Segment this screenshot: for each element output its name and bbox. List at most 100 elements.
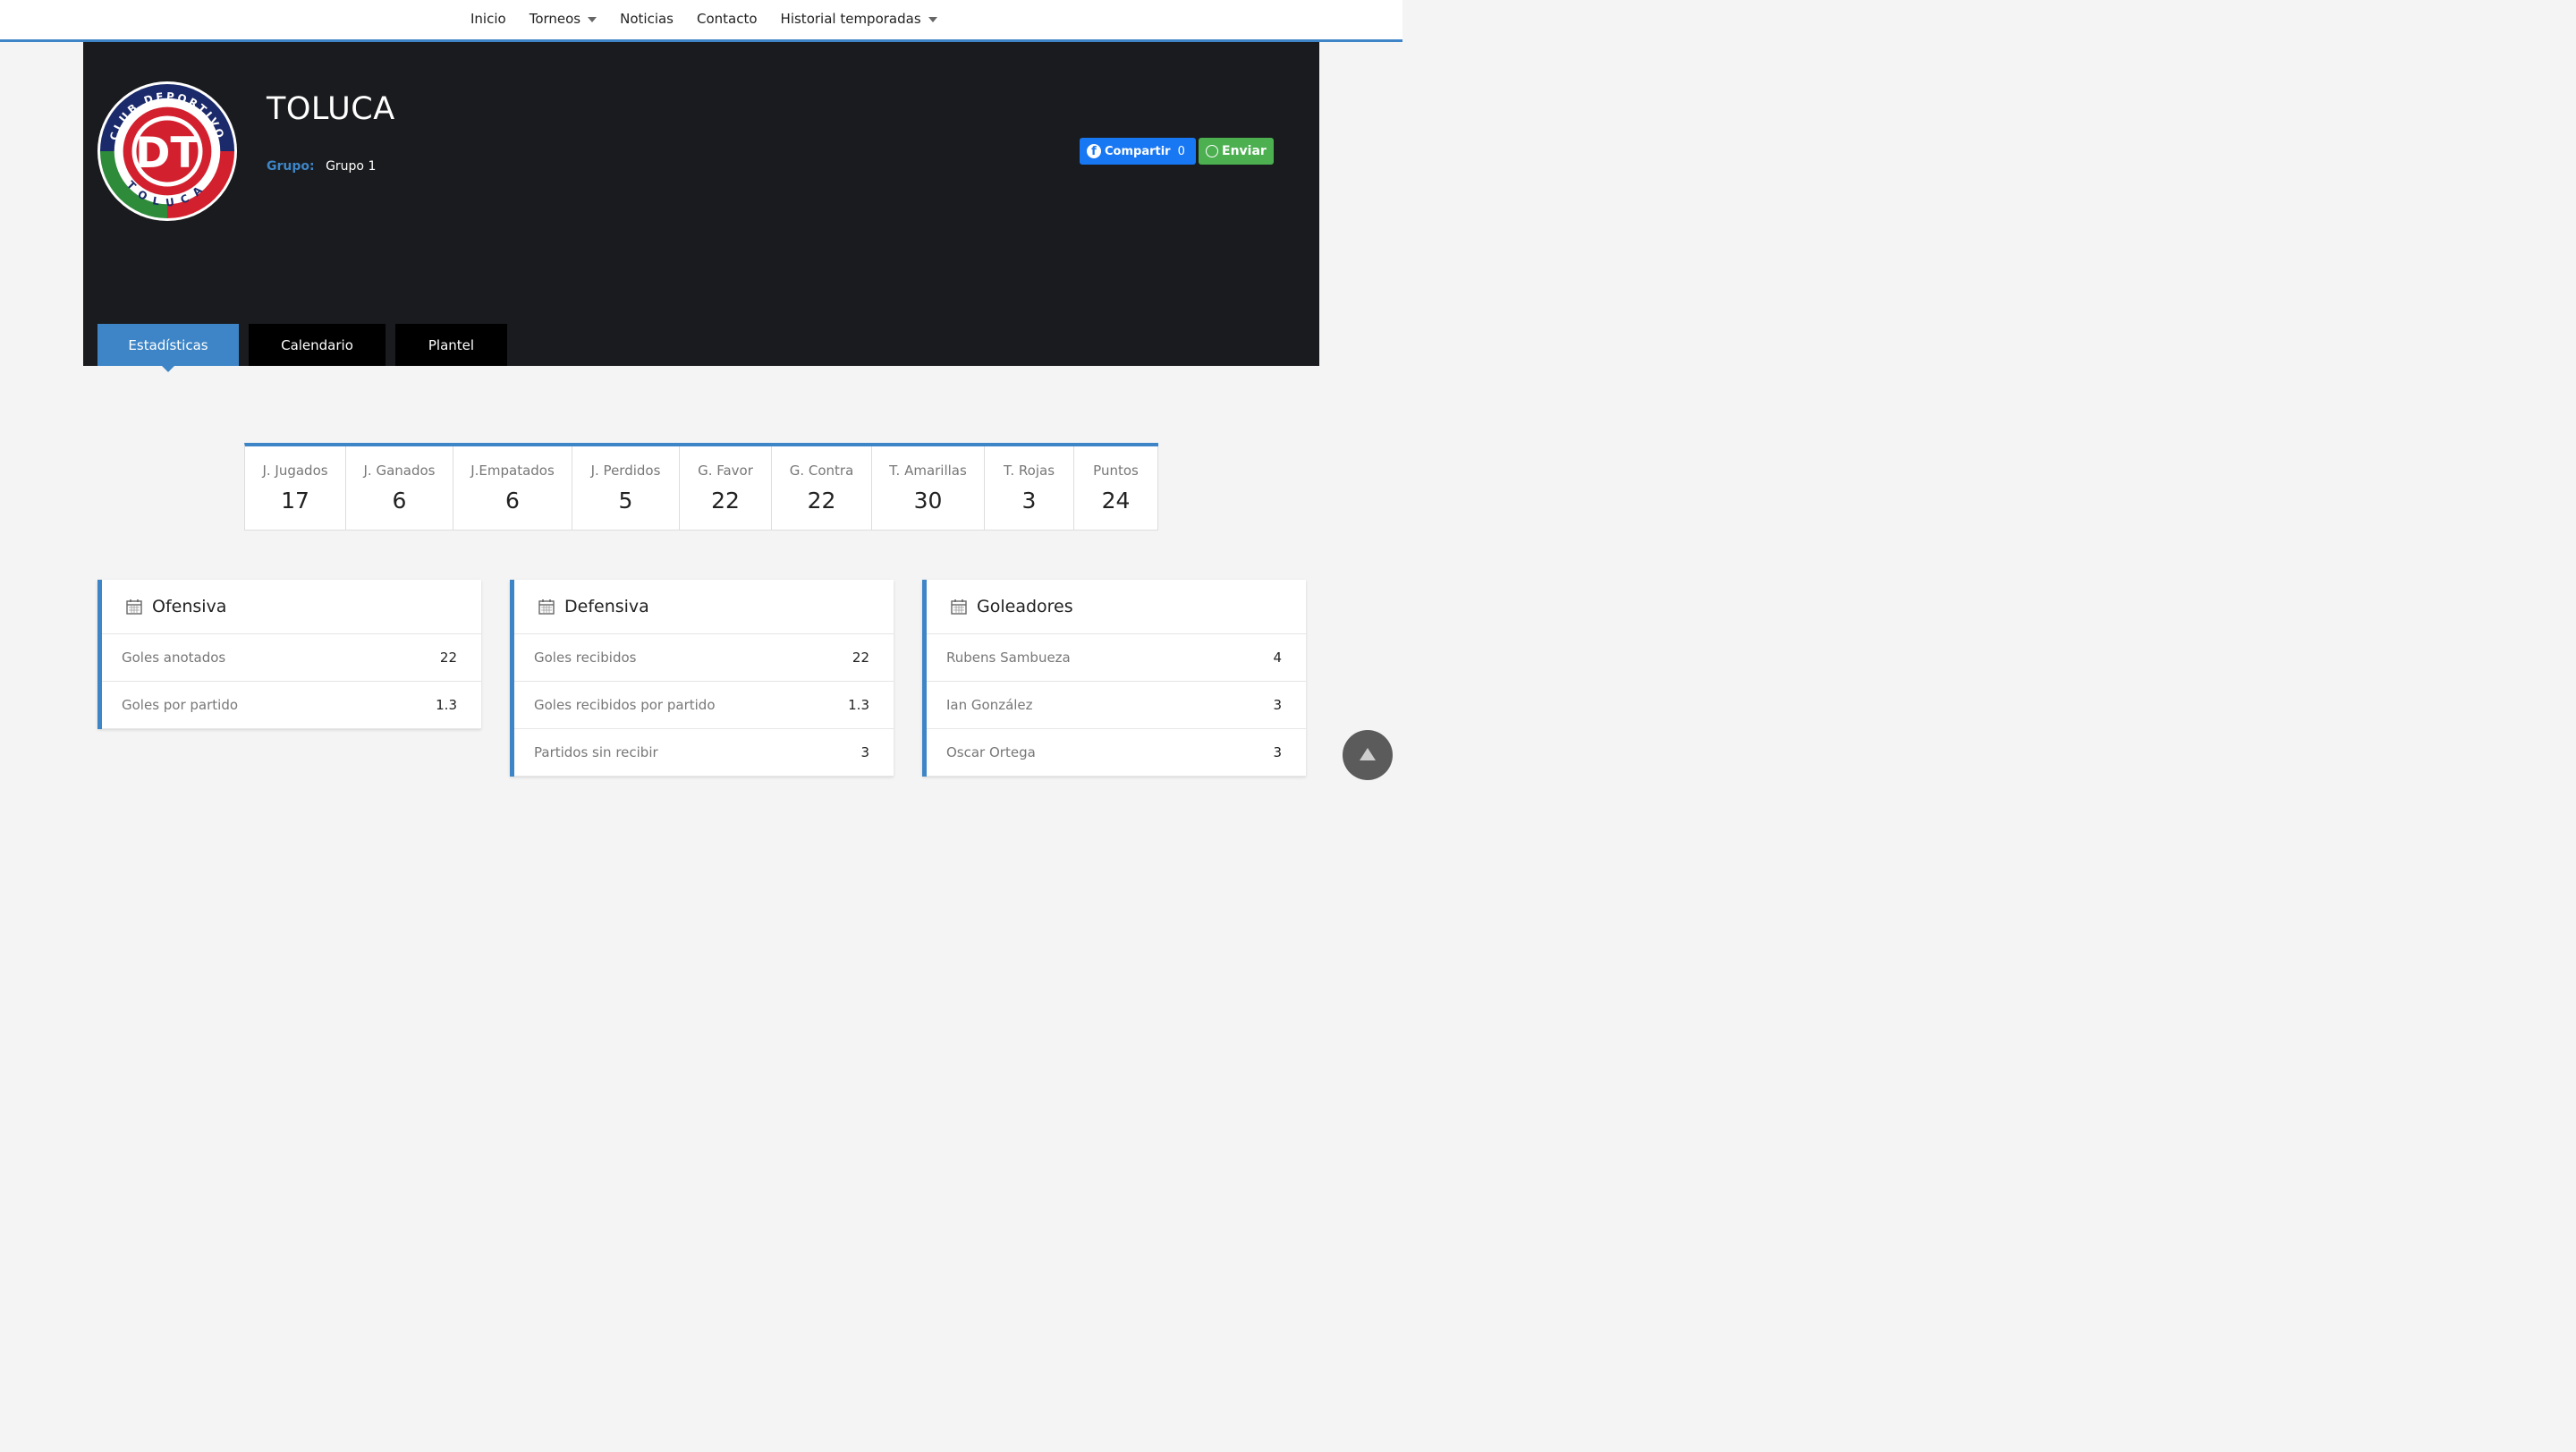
chevron-down-icon	[588, 17, 597, 22]
row-label: Goles anotados	[122, 650, 226, 666]
list-item: Partidos sin recibir 3	[514, 729, 894, 777]
card-header: Ofensiva	[102, 580, 481, 634]
tab-plantel[interactable]: Plantel	[395, 324, 507, 366]
row-value: 1.3	[436, 697, 457, 713]
stat-value: 22	[711, 488, 740, 514]
stat-label: T. Amarillas	[889, 463, 967, 479]
list-item: Goles por partido 1.3	[102, 682, 481, 729]
stat-label: J. Ganados	[363, 463, 436, 479]
team-logo: CLUB DEPORTIVO TOLUCA DT	[97, 81, 238, 222]
calendar-icon	[951, 599, 967, 615]
whatsapp-icon	[1206, 145, 1218, 157]
top-nav: Inicio Torneos Noticias Contacto Histori…	[0, 0, 1402, 42]
stat-label: J. Jugados	[262, 463, 328, 479]
stat-perdidos: J. Perdidos 5	[572, 446, 680, 530]
team-name: TOLUCA	[267, 91, 395, 127]
group-label: Grupo:	[267, 159, 315, 174]
card-title: Goleadores	[977, 597, 1073, 616]
stat-value: 5	[618, 488, 633, 514]
tab-label: Calendario	[281, 336, 353, 353]
tab-label: Estadísticas	[128, 336, 208, 353]
row-label: Partidos sin recibir	[534, 744, 658, 760]
card-goleadores: Goleadores Rubens Sambueza 4 Ian González…	[922, 580, 1306, 777]
nav-item-contacto[interactable]: Contacto	[697, 11, 758, 27]
facebook-share-button[interactable]: f Compartir 0	[1080, 138, 1196, 165]
stat-ganados: J. Ganados 6	[346, 446, 453, 530]
stat-jugados: J. Jugados 17	[245, 446, 346, 530]
nav-item-historial[interactable]: Historial temporadas	[781, 11, 937, 27]
card-defensiva: Defensiva Goles recibidos 22 Goles recibi…	[510, 580, 894, 777]
group-value: Grupo 1	[326, 159, 377, 174]
nav-label: Contacto	[697, 11, 758, 27]
stat-label: G. Favor	[698, 463, 753, 479]
row-value: 3	[1273, 744, 1282, 760]
stat-value: 30	[913, 488, 943, 514]
team-tabs: Estadísticas Calendario Plantel	[97, 324, 507, 372]
nav-item-inicio[interactable]: Inicio	[470, 11, 506, 27]
stat-amarillas: T. Amarillas 30	[872, 446, 985, 530]
tab-label: Plantel	[428, 336, 475, 353]
whatsapp-share-label: Enviar	[1222, 144, 1267, 158]
row-value: 1.3	[848, 697, 869, 713]
nav-label: Inicio	[470, 11, 506, 27]
calendar-icon	[538, 599, 555, 615]
stat-value: 3	[1021, 488, 1037, 514]
card-header: Goleadores	[927, 580, 1306, 634]
tab-estadisticas[interactable]: Estadísticas	[97, 324, 239, 372]
stat-value: 22	[807, 488, 836, 514]
nav-menu: Inicio Torneos Noticias Contacto Histori…	[470, 11, 961, 27]
row-value: 3	[1273, 697, 1282, 713]
stat-puntos: Puntos 24	[1074, 446, 1158, 530]
row-label: Oscar Ortega	[946, 744, 1036, 760]
card-title: Defensiva	[564, 597, 649, 616]
stat-value: 6	[505, 488, 520, 514]
nav-item-noticias[interactable]: Noticias	[620, 11, 674, 27]
list-item: Goles recibidos por partido 1.3	[514, 682, 894, 729]
stat-empatados: J.Empatados 6	[453, 446, 572, 530]
stat-label: J. Perdidos	[590, 463, 661, 479]
facebook-share-count: 0	[1177, 144, 1185, 158]
stat-label: T. Rojas	[1003, 463, 1055, 479]
row-label: Rubens Sambueza	[946, 650, 1071, 666]
row-label: Ian González	[946, 697, 1033, 713]
chevron-down-icon	[928, 17, 937, 22]
facebook-icon: f	[1087, 144, 1101, 158]
stat-label: J.Empatados	[470, 463, 555, 479]
stat-goles-contra: G. Contra 22	[772, 446, 872, 530]
stats-summary: J. Jugados 17 J. Ganados 6 J.Empatados 6 J.…	[244, 443, 1158, 531]
list-item: Ian González 3	[927, 682, 1306, 729]
row-label: Goles recibidos por partido	[534, 697, 716, 713]
team-header: CLUB DEPORTIVO TOLUCA DT TOLUCA Grupo: G…	[83, 42, 1319, 372]
list-item: Rubens Sambueza 4	[927, 634, 1306, 682]
tab-calendario[interactable]: Calendario	[249, 324, 386, 366]
list-item: Goles recibidos 22	[514, 634, 894, 682]
nav-label: Noticias	[620, 11, 674, 27]
nav-item-torneos[interactable]: Torneos	[530, 11, 597, 27]
scroll-to-top-button[interactable]	[1343, 730, 1393, 780]
row-label: Goles por partido	[122, 697, 239, 713]
stat-label: G. Contra	[789, 463, 854, 479]
nav-label: Torneos	[529, 11, 581, 27]
row-value: 4	[1273, 650, 1282, 666]
list-item: Oscar Ortega 3	[927, 729, 1306, 777]
stat-rojas: T. Rojas 3	[985, 446, 1074, 530]
stat-value: 6	[392, 488, 407, 514]
nav-label: Historial temporadas	[780, 11, 921, 27]
stat-goles-favor: G. Favor 22	[680, 446, 772, 530]
card-header: Defensiva	[514, 580, 894, 634]
row-value: 22	[852, 650, 869, 666]
row-value: 3	[860, 744, 869, 760]
svg-text:DT: DT	[135, 129, 199, 178]
card-ofensiva: Ofensiva Goles anotados 22 Goles por part…	[97, 580, 481, 729]
stat-value: 17	[281, 488, 309, 514]
calendar-icon	[126, 599, 142, 615]
whatsapp-share-button[interactable]: Enviar	[1199, 138, 1274, 165]
stat-value: 24	[1101, 488, 1131, 514]
row-label: Goles recibidos	[534, 650, 637, 666]
stat-label: Puntos	[1093, 463, 1139, 479]
list-item: Goles anotados 22	[102, 634, 481, 682]
arrow-up-icon	[1360, 747, 1376, 760]
team-group: Grupo: Grupo 1	[267, 159, 376, 174]
facebook-share-label: Compartir	[1105, 144, 1171, 158]
row-value: 22	[439, 650, 457, 666]
